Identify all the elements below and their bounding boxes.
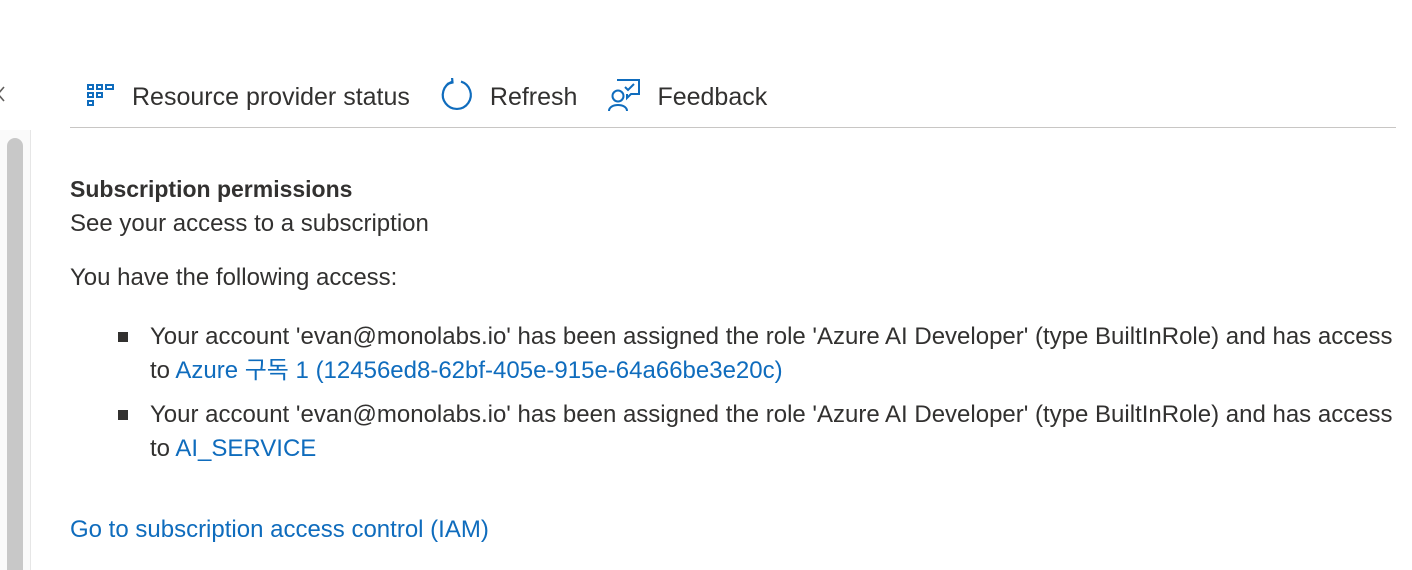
- permissions-content: Subscription permissions See your access…: [70, 170, 1400, 546]
- bullet-icon: [118, 332, 128, 342]
- access-intro: You have the following access:: [70, 264, 398, 291]
- left-scroll-rail: [0, 130, 31, 570]
- list-item: Your account 'evan@monolabs.io' has been…: [70, 398, 1400, 466]
- refresh-button[interactable]: Refresh: [426, 72, 594, 124]
- section-subtitle: See your access to a subscription: [70, 210, 429, 237]
- list-item: Your account 'evan@monolabs.io' has been…: [70, 320, 1400, 388]
- collapse-chevron-icon[interactable]: [0, 82, 8, 106]
- feedback-button[interactable]: Feedback: [593, 72, 783, 124]
- feedback-icon: [607, 78, 641, 117]
- access-list: Your account 'evan@monolabs.io' has been…: [70, 320, 1400, 466]
- access-item-text: Your account 'evan@monolabs.io' has been…: [150, 401, 1393, 462]
- bullet-icon: [118, 410, 128, 420]
- feedback-label: Feedback: [657, 83, 768, 111]
- ai-service-link[interactable]: AI_SERVICE: [175, 435, 316, 462]
- resource-provider-status-button[interactable]: Resource provider status: [70, 72, 426, 124]
- refresh-label: Refresh: [489, 83, 578, 111]
- subscription-permissions-panel: Resource provider status Refresh Feedbac…: [0, 0, 1412, 570]
- iam-link[interactable]: Go to subscription access control (IAM): [70, 514, 489, 546]
- refresh-icon: [440, 76, 474, 117]
- command-bar: Resource provider status Refresh Feedbac…: [70, 68, 1396, 128]
- section-title: Subscription permissions: [70, 176, 353, 202]
- subscription-link[interactable]: Azure 구독 1 (12456ed8-62bf-405e-915e-64a6…: [175, 357, 782, 384]
- resource-provider-status-label: Resource provider status: [132, 83, 410, 111]
- scrollbar-thumb[interactable]: [7, 138, 23, 570]
- grid-icon: [86, 83, 116, 112]
